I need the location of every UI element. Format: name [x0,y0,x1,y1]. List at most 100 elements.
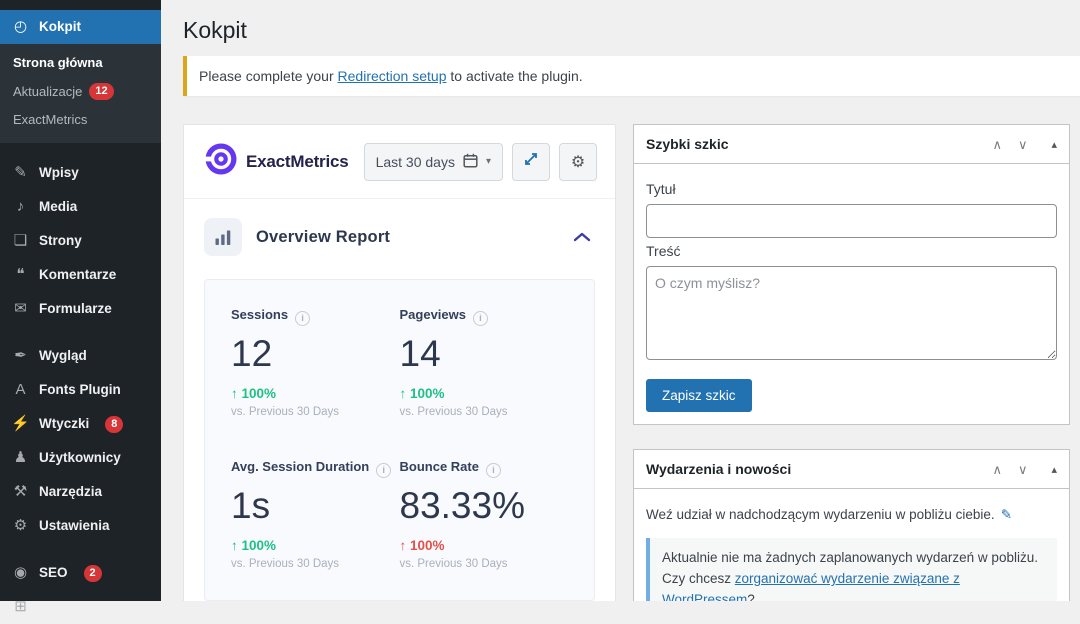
expand-report-button[interactable] [512,143,550,181]
quick-draft-header: Szybki szkic ∧ ∨ ▴ [634,125,1069,164]
main-content: Kokpit Please complete your Redirection … [161,0,1080,601]
sidebar-item-label: Media [39,198,77,216]
move-up-icon[interactable]: ∧ [992,138,1002,151]
move-up-icon[interactable]: ∧ [992,463,1002,476]
arrow-up-icon: ↑ [400,538,407,553]
date-range-selector[interactable]: Last 30 days ▾ [364,143,503,181]
events-intro: Weź udział w nadchodzącym wydarzeniu w p… [646,505,1057,525]
save-draft-button[interactable]: Zapisz szkic [646,379,752,412]
sidebar-separator [0,143,161,156]
posts-icon: ✎ [11,164,30,182]
sidebar-item-komentarze[interactable]: ❝ Komentarze [0,258,161,292]
sidebar-item-label: Narzędzia [39,483,102,501]
sidebar-item-label: Kokpit [39,18,81,36]
gear-icon: ⚙ [571,152,585,172]
bar-chart-icon [204,218,242,256]
sidebar-separator [0,326,161,339]
sidebar-item-partial[interactable]: ⊞ [0,590,161,624]
date-range-label: Last 30 days [376,154,455,170]
arrow-up-icon: ↑ [400,386,407,401]
draft-content-textarea[interactable] [646,266,1057,360]
sidebar-item-kokpit[interactable]: ◴ Kokpit [0,10,161,44]
forms-icon: ✉ [11,300,30,318]
sidebar-item-label: Użytkownicy [39,449,121,467]
notice-text: to activate the plugin. [446,68,582,84]
stat-label: Bounce Rate [400,459,479,474]
sidebar-item-wyglad[interactable]: ✒ Wygląd [0,339,161,373]
exactmetrics-brand: ExactMetrics [246,152,349,172]
media-icon: ♪ [11,198,30,216]
stat-bounce-rate: Bounce Ratei 83.33% ↑ 100% vs. Previous … [400,458,569,570]
sidebar-item-label: Wtyczki [39,415,89,433]
plugins-icon: ⚡ [11,415,30,433]
stat-compare: vs. Previous 30 Days [400,558,569,570]
sidebar-item-narzedzia[interactable]: ⚒ Narzędzia [0,475,161,509]
sidebar-item-label: Aktualizacje [13,84,82,100]
sidebar-item-label: ExactMetrics [13,112,87,128]
events-empty-notice: Aktualnie nie ma żadnych zaplanowanych w… [646,538,1057,601]
info-icon[interactable]: i [473,311,488,326]
collapse-toggle-icon[interactable]: ▴ [1051,463,1057,476]
exactmetrics-widget: ExactMetrics Last 30 days [183,124,616,601]
redirection-setup-link[interactable]: Redirection setup [338,68,447,84]
stat-compare: vs. Previous 30 Days [231,406,400,418]
overview-report-header: Overview Report [184,198,615,275]
events-intro-text: Weź udział w nadchodzącym wydarzeniu w p… [646,507,995,522]
sidebar-item-label: Wygląd [39,347,87,365]
admin-sidebar: ◴ Kokpit Strona główna Aktualizacje 12 E… [0,0,161,601]
sidebar-item-label: Wpisy [39,164,79,182]
sidebar-item-ustawienia[interactable]: ⚙ Ustawienia [0,509,161,543]
stat-compare: vs. Previous 30 Days [400,406,569,418]
settings-icon: ⚙ [11,517,30,535]
dashboard-icon: ◴ [11,18,30,36]
chevron-up-icon [573,230,591,245]
stat-value: 12 [231,335,400,372]
arrow-up-icon: ↑ [231,538,238,553]
stat-change: 100% [242,538,277,553]
draft-title-label: Tytuł [646,181,1057,197]
calendar-icon [463,153,478,171]
sidebar-item-media[interactable]: ♪ Media [0,190,161,224]
sidebar-item-exactmetrics[interactable]: ExactMetrics [0,106,161,134]
sidebar-item-formularze[interactable]: ✉ Formularze [0,292,161,326]
sidebar-item-label: SEO [39,564,68,582]
sidebar-item-label: Komentarze [39,266,116,284]
arrow-up-icon: ↑ [231,386,238,401]
settings-button[interactable]: ⚙ [559,143,597,181]
info-icon[interactable]: i [486,463,501,478]
draft-content-label: Treść [646,243,1057,259]
info-icon[interactable]: i [376,463,391,478]
stat-sessions: Sessionsi 12 ↑ 100% vs. Previous 30 Days [231,306,400,418]
fonts-icon: A [11,381,30,399]
move-down-icon[interactable]: ∨ [1018,138,1028,151]
collapse-report-button[interactable] [569,226,595,249]
sidebar-item-uzytkownicy[interactable]: ♟ Użytkownicy [0,441,161,475]
notice-banner: Please complete your Redirection setup t… [183,56,1080,96]
notice-text: Please complete your [199,68,338,84]
draft-title-input[interactable] [646,204,1057,238]
sidebar-item-strona-glowna[interactable]: Strona główna [0,49,161,77]
comments-icon: ❝ [11,266,30,284]
sidebar-item-wpisy[interactable]: ✎ Wpisy [0,156,161,190]
stat-pageviews: Pageviewsi 14 ↑ 100% vs. Previous 30 Day… [400,306,569,418]
sidebar-item-aktualizacje[interactable]: Aktualizacje 12 [0,77,161,106]
sidebar-item-wtyczki[interactable]: ⚡ Wtyczki 8 [0,407,161,441]
pencil-icon[interactable]: ✎ [1001,507,1012,522]
sidebar-item-strony[interactable]: ❏ Strony [0,224,161,258]
caret-down-icon: ▾ [486,156,491,167]
sidebar-item-seo[interactable]: ◉ SEO 2 [0,556,161,590]
updates-count-badge: 12 [89,83,113,100]
exactmetrics-logo-icon [204,142,238,181]
quick-draft-panel: Szybki szkic ∧ ∨ ▴ Tytuł Treść Zapisz sz… [633,124,1070,425]
collapse-toggle-icon[interactable]: ▴ [1051,138,1057,151]
stat-label: Pageviews [400,307,467,322]
stat-avg-session-duration: Avg. Session Durationi 1s ↑ 100% vs. Pre… [231,458,400,570]
stat-compare: vs. Previous 30 Days [231,558,400,570]
kokpit-submenu: Strona główna Aktualizacje 12 ExactMetri… [0,44,161,143]
info-icon[interactable]: i [295,311,310,326]
stat-value: 83.33% [400,487,569,524]
sidebar-item-fonts-plugin[interactable]: A Fonts Plugin [0,373,161,407]
page-title: Kokpit [183,0,1080,56]
pages-icon: ❏ [11,232,30,250]
move-down-icon[interactable]: ∨ [1018,463,1028,476]
